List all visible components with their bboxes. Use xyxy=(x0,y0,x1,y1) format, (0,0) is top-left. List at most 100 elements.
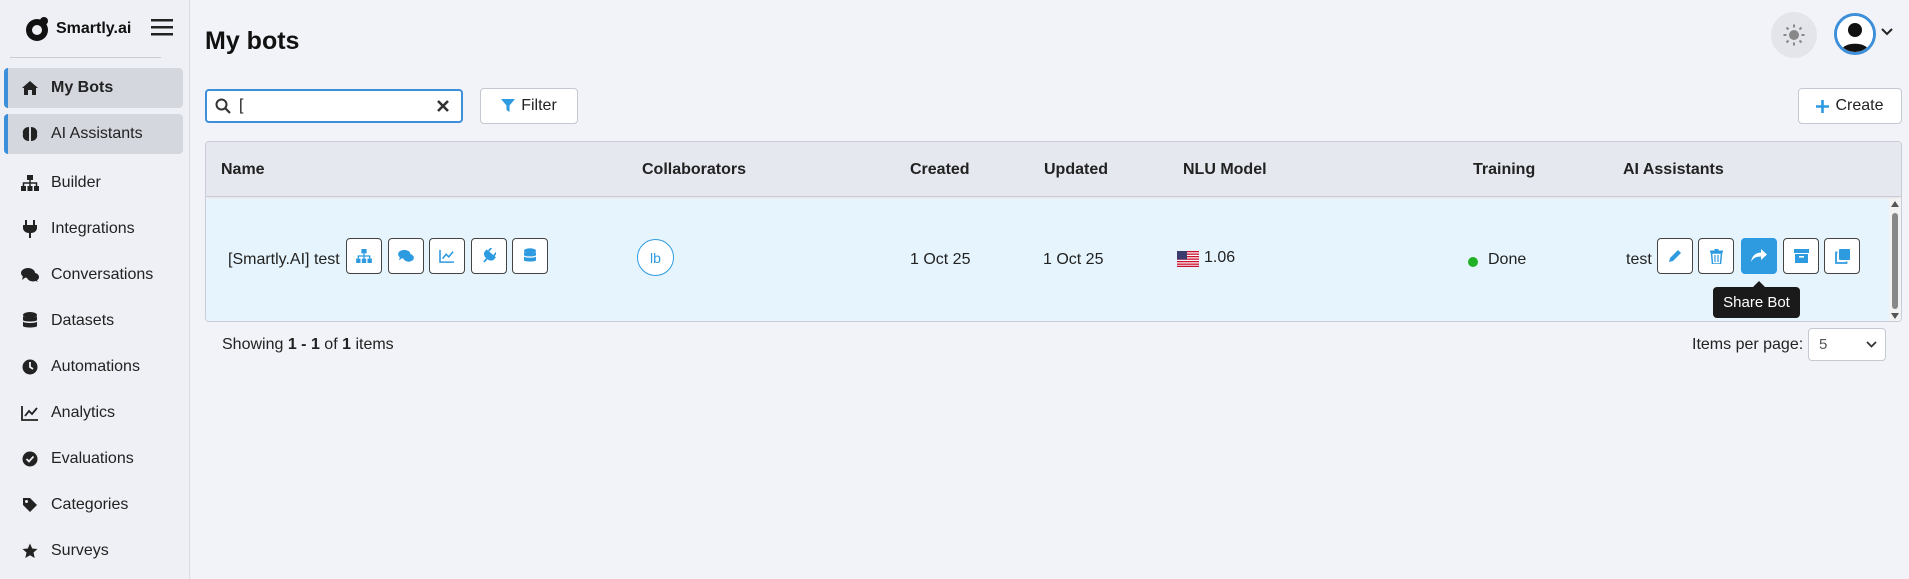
table-row[interactable]: [Smartly.AI] test lb 1 Oct 25 1 Oct 25 1… xyxy=(206,199,1901,321)
pencil-icon xyxy=(1669,250,1681,262)
brand-name: Smartly.ai xyxy=(56,20,132,37)
hamburger-menu-icon[interactable] xyxy=(151,17,173,37)
bots-table: Name Collaborators Created Updated NLU M… xyxy=(205,141,1902,322)
sidebar-item-label: Surveys xyxy=(51,542,109,559)
status-done-dot xyxy=(1468,257,1478,267)
delete-button[interactable] xyxy=(1698,238,1734,274)
search-box[interactable] xyxy=(205,89,463,123)
sidebar-nav: My Bots AI Assistants Builder Integratio… xyxy=(0,68,189,574)
scrollbar-thumb[interactable] xyxy=(1892,213,1898,309)
sidebar-item-categories[interactable]: Categories xyxy=(4,482,183,528)
sidebar-item-surveys[interactable]: Surveys xyxy=(4,528,183,574)
avatar[interactable] xyxy=(1834,13,1876,55)
sidebar-item-datasets[interactable]: Datasets xyxy=(4,298,183,344)
sidebar-item-label: Conversations xyxy=(51,266,154,283)
items-per-page-select[interactable]: 5 xyxy=(1808,328,1886,361)
close-icon[interactable] xyxy=(437,100,449,112)
analytics-button[interactable] xyxy=(429,238,465,274)
sidebar-item-label: My Bots xyxy=(51,79,114,96)
builder-button[interactable] xyxy=(346,238,382,274)
sidebar-item-label: Analytics xyxy=(51,404,116,421)
edit-button[interactable] xyxy=(1657,238,1693,274)
column-header-nlu-model[interactable]: NLU Model xyxy=(1183,161,1267,179)
scroll-up-icon[interactable] xyxy=(1891,201,1899,207)
plug-icon xyxy=(21,220,39,238)
sidebar-item-automations[interactable]: Automations xyxy=(4,344,183,390)
tag-icon xyxy=(21,496,39,514)
trash-icon xyxy=(1709,248,1723,264)
integrations-button[interactable] xyxy=(471,238,507,274)
share-bot-tooltip: Share Bot xyxy=(1713,281,1800,318)
sidebar-item-label: Automations xyxy=(51,358,140,375)
sidebar: Smartly.ai My Bots AI Assistants Builder xyxy=(0,0,190,579)
sidebar-item-conversations[interactable]: Conversations xyxy=(4,252,183,298)
updated-date: 1 Oct 25 xyxy=(1043,251,1104,268)
plug-icon xyxy=(483,248,496,263)
create-button-label: Create xyxy=(1835,97,1884,114)
items-per-page-label: Items per page: xyxy=(1692,336,1804,353)
star-icon xyxy=(21,542,39,560)
sidebar-item-evaluations[interactable]: Evaluations xyxy=(4,436,183,482)
datasets-button[interactable] xyxy=(512,238,548,274)
assistant-name: test xyxy=(1626,251,1652,268)
column-header-name[interactable]: Name xyxy=(221,161,265,179)
home-icon xyxy=(21,79,39,97)
search-input[interactable] xyxy=(239,97,429,115)
scroll-down-icon[interactable] xyxy=(1891,313,1899,319)
filter-button-label: Filter xyxy=(521,97,557,114)
sun-icon xyxy=(1783,24,1805,46)
archive-button[interactable] xyxy=(1783,238,1819,274)
pagination-total: 1 xyxy=(342,336,351,353)
brain-icon xyxy=(21,125,39,143)
brand: Smartly.ai xyxy=(0,0,189,58)
smartly-logo-icon xyxy=(26,17,48,41)
chevron-down-icon[interactable] xyxy=(1881,28,1893,36)
pagination-prefix: Showing xyxy=(222,336,284,353)
theme-toggle-button[interactable] xyxy=(1771,12,1817,58)
column-header-updated[interactable]: Updated xyxy=(1044,161,1108,179)
nlu-version: 1.06 xyxy=(1204,249,1236,266)
sitemap-icon xyxy=(21,174,39,192)
sidebar-item-integrations[interactable]: Integrations xyxy=(4,206,183,252)
column-header-ai-assistants[interactable]: AI Assistants xyxy=(1623,161,1724,179)
conversations-button[interactable] xyxy=(388,238,424,274)
plus-icon xyxy=(1816,99,1830,113)
sidebar-item-label: AI Assistants xyxy=(51,125,143,142)
collaborator-avatar[interactable]: lb xyxy=(637,239,674,276)
created-date: 1 Oct 25 xyxy=(910,251,971,268)
search-icon xyxy=(215,98,231,114)
pagination-suffix: items xyxy=(355,336,394,353)
items-per-page-value: 5 xyxy=(1819,336,1828,353)
user-avatar-icon xyxy=(1837,16,1873,52)
duplicate-button[interactable] xyxy=(1824,238,1860,274)
table-header: Name Collaborators Created Updated NLU M… xyxy=(206,142,1901,197)
share-bot-button[interactable] xyxy=(1741,238,1777,274)
create-button[interactable]: Create xyxy=(1798,88,1902,124)
column-header-created[interactable]: Created xyxy=(910,161,970,179)
table-scrollbar[interactable] xyxy=(1889,199,1901,321)
column-header-collaborators[interactable]: Collaborators xyxy=(642,161,746,179)
check-circle-icon xyxy=(21,450,39,468)
sidebar-item-ai-assistants[interactable]: AI Assistants xyxy=(4,114,183,154)
column-header-training[interactable]: Training xyxy=(1473,161,1535,179)
sidebar-item-analytics[interactable]: Analytics xyxy=(4,390,183,436)
brand-divider xyxy=(10,57,161,58)
line-chart-icon xyxy=(439,249,454,263)
comments-icon xyxy=(21,266,39,284)
sidebar-item-label: Categories xyxy=(51,496,129,513)
training-status: Done xyxy=(1488,251,1527,268)
copy-icon xyxy=(1834,248,1850,264)
sidebar-item-builder[interactable]: Builder xyxy=(4,160,183,206)
clock-icon xyxy=(21,358,39,376)
pagination-of: of xyxy=(324,336,338,353)
filter-button[interactable]: Filter xyxy=(480,88,578,124)
chevron-down-icon xyxy=(1866,341,1877,348)
sidebar-item-label: Datasets xyxy=(51,312,115,329)
comments-icon xyxy=(398,249,414,262)
bot-name[interactable]: [Smartly.AI] test xyxy=(228,251,340,269)
archive-icon xyxy=(1793,249,1809,263)
sidebar-item-my-bots[interactable]: My Bots xyxy=(4,68,183,108)
database-icon xyxy=(21,312,39,330)
filter-icon xyxy=(501,99,516,112)
sidebar-item-label: Integrations xyxy=(51,220,135,237)
